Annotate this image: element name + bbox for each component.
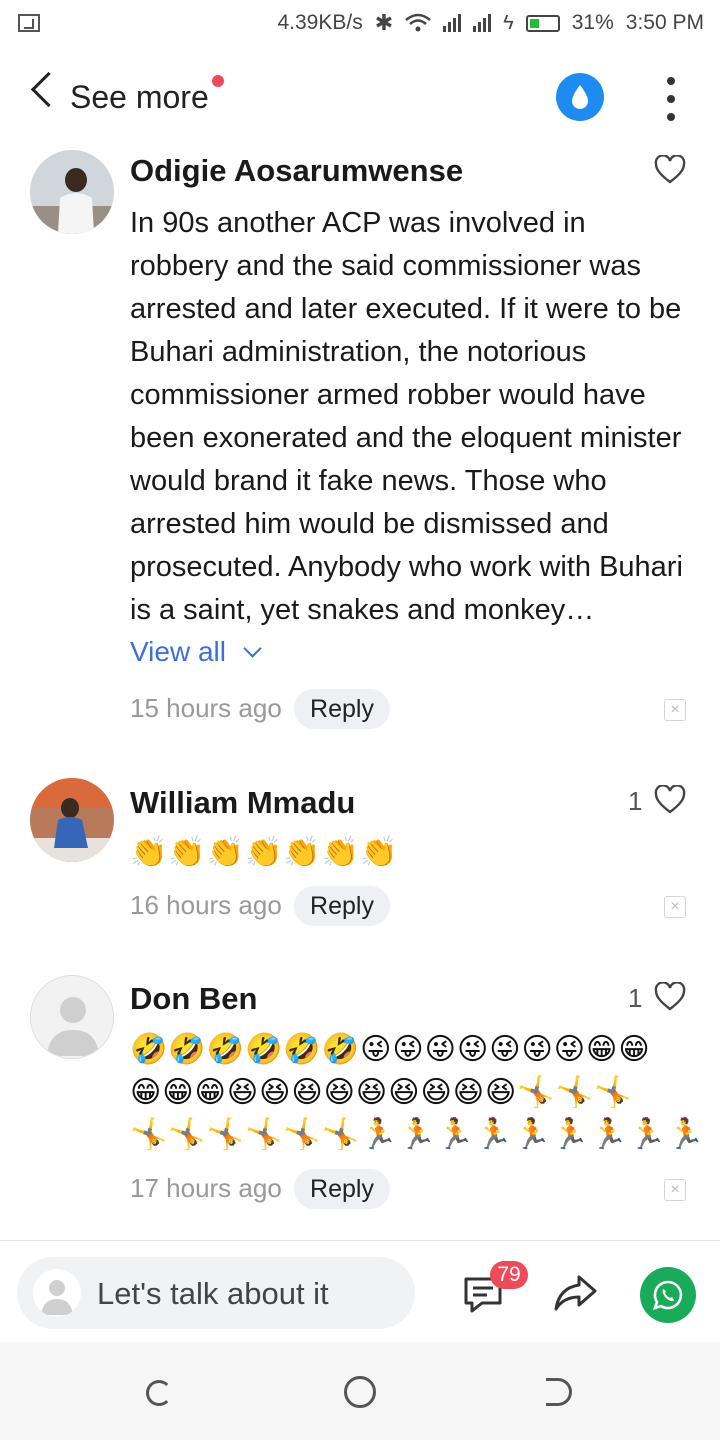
reply-button[interactable]: Reply [294, 886, 390, 926]
back-arrow-icon[interactable] [30, 71, 67, 108]
chevron-down-icon [243, 639, 262, 658]
comment-time: 17 hours ago [130, 1173, 282, 1203]
comment-emoji-line: 😁😁😁😆😆😆😆😆😆😆😆😆🤸🤸🤸 [130, 1076, 633, 1109]
like-count: 1 [628, 983, 643, 1013]
comment-time: 16 hours ago [130, 890, 282, 920]
drop-icon [572, 85, 588, 109]
system-nav-bar [0, 1342, 720, 1440]
wifi-icon [405, 13, 431, 32]
notification-dot [212, 75, 224, 87]
close-icon[interactable]: × [664, 1179, 686, 1201]
reply-button[interactable]: Reply [294, 689, 390, 729]
comment-input[interactable]: Let's talk about it [17, 1257, 415, 1329]
comment-input-placeholder: Let's talk about it [97, 1276, 329, 1311]
comment-author[interactable]: William Mmadu [130, 785, 355, 821]
comment-count-badge: 79 [490, 1261, 528, 1289]
avatar[interactable] [30, 150, 114, 234]
comment-text: In 90s another ACP was involved in robbe… [130, 207, 683, 626]
comment-emoji-line: 🤸🤸🤸🤸🤸🤸🏃🏃🏃🏃🏃🏃🏃🏃🏃 [130, 1118, 706, 1151]
see-more-link[interactable]: See more [70, 79, 209, 116]
net-speed: 4.39KB/s [277, 11, 363, 34]
whatsapp-icon [652, 1280, 683, 1311]
status-right: 4.39KB/s ✱ ϟ 31% 3:50 PM [277, 10, 704, 36]
signal-icon-2 [473, 14, 492, 32]
share-icon[interactable] [553, 1273, 599, 1313]
avatar[interactable] [30, 778, 114, 862]
view-all-link[interactable]: View all [130, 636, 262, 668]
charging-icon: ϟ [503, 11, 514, 34]
status-bar: 4.39KB/s ✱ ϟ 31% 3:50 PM [0, 0, 720, 50]
heart-icon[interactable] [654, 155, 686, 185]
avatar[interactable] [30, 975, 114, 1059]
comment-emoji: 👏👏👏👏👏👏👏 [130, 836, 399, 869]
like-count: 1 [628, 786, 643, 816]
comment-author[interactable]: Odigie Aosarumwense [130, 153, 463, 189]
reply-button[interactable]: Reply [294, 1169, 390, 1209]
signal-icon [443, 14, 462, 32]
heart-icon[interactable] [654, 785, 686, 815]
close-icon[interactable]: × [664, 896, 686, 918]
drop-button[interactable] [556, 73, 604, 121]
heart-icon[interactable] [654, 982, 686, 1012]
comment-emoji-line: 🤣🤣🤣🤣🤣🤣😜😜😜😜😜😜😜😁😁 [130, 1033, 651, 1066]
back-icon[interactable] [546, 1378, 572, 1406]
bottom-action-bar: Let's talk about it 79 [0, 1240, 720, 1341]
comment-time: 15 hours ago [130, 693, 282, 723]
whatsapp-share-button[interactable] [640, 1267, 696, 1323]
top-header: See more [0, 55, 720, 140]
screenshot-icon [18, 14, 40, 32]
bluetooth-icon: ✱ [374, 10, 394, 35]
comment-author[interactable]: Don Ben [130, 981, 257, 1017]
battery-icon [525, 14, 560, 32]
user-avatar [33, 1269, 81, 1317]
close-icon[interactable]: × [664, 699, 686, 721]
more-options-icon[interactable] [664, 77, 678, 121]
home-icon[interactable] [344, 1376, 376, 1408]
recent-apps-icon[interactable] [146, 1380, 172, 1406]
clock: 3:50 PM [625, 11, 704, 34]
view-all-label: View all [130, 636, 226, 667]
battery-percent: 31% [571, 11, 614, 34]
